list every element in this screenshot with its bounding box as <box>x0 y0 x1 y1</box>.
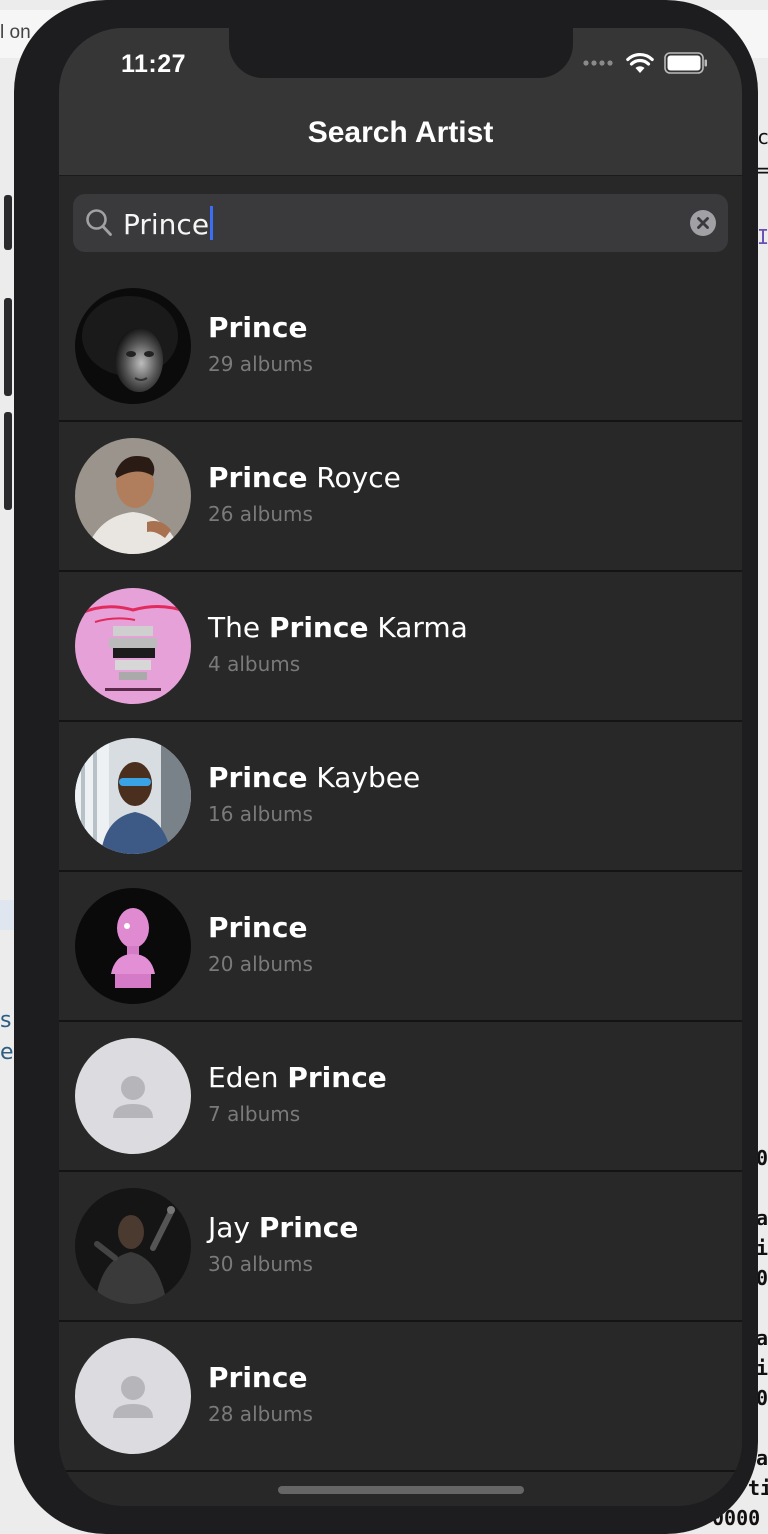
home-indicator[interactable] <box>278 1486 524 1494</box>
list-item[interactable]: Prince Royce 26 albums <box>59 422 742 572</box>
avatar-placeholder <box>75 1038 191 1154</box>
background-text: e <box>0 1040 14 1065</box>
list-item[interactable]: Eden Prince 7 albums <box>59 1022 742 1172</box>
side-button <box>4 412 12 510</box>
page-title: Search Artist <box>307 116 494 149</box>
phone-screen: Search Artist 11:27 Prince Prince 29 alb… <box>59 28 742 1506</box>
artist-photo <box>75 438 191 554</box>
album-count: 26 albums <box>208 502 313 526</box>
person-placeholder-icon <box>75 1038 191 1154</box>
background-text: s <box>0 1008 12 1033</box>
avatar-placeholder <box>75 1338 191 1454</box>
avatar <box>75 588 191 704</box>
person-placeholder-icon <box>75 1338 191 1454</box>
background-text: l on <box>0 22 31 43</box>
artist-photo <box>75 738 191 854</box>
text-cursor <box>210 206 214 240</box>
status-icons <box>582 52 708 74</box>
album-count: 30 albums <box>208 1252 313 1276</box>
list-item[interactable]: Prince Kaybee 16 albums <box>59 722 742 872</box>
artist-name: Eden Prince <box>208 1061 387 1094</box>
side-button <box>4 298 12 396</box>
avatar <box>75 288 191 404</box>
list-item[interactable]: Jay Prince 30 albums <box>59 1172 742 1322</box>
background-panel <box>0 900 14 930</box>
artist-list: Prince 29 albums Prince Royce 26 albums <box>59 272 742 1472</box>
avatar <box>75 738 191 854</box>
artist-photo <box>75 288 191 404</box>
album-count: 29 albums <box>208 352 313 376</box>
side-button <box>4 195 12 250</box>
list-item[interactable]: Prince 20 albums <box>59 872 742 1022</box>
phone-frame: Search Artist 11:27 Prince Prince 29 alb… <box>4 0 758 1534</box>
battery-icon <box>664 52 707 74</box>
search-bar-container: Prince <box>59 176 742 272</box>
album-count: 28 albums <box>208 1402 313 1426</box>
artist-name: Prince <box>208 911 308 944</box>
artist-photo <box>75 1188 191 1304</box>
search-field[interactable]: Prince <box>123 206 214 241</box>
album-count: 20 albums <box>208 952 313 976</box>
artist-name: Prince <box>208 311 308 344</box>
search-input[interactable]: Prince <box>73 194 728 252</box>
background-text: a <box>756 1446 768 1470</box>
avatar <box>75 438 191 554</box>
search-value: Prince <box>123 208 210 241</box>
list-item[interactable]: Prince 29 albums <box>59 272 742 422</box>
album-count: 7 albums <box>208 1102 301 1126</box>
avatar <box>75 888 191 1004</box>
search-icon <box>86 209 112 236</box>
notch <box>229 28 573 78</box>
avatar <box>75 1188 191 1304</box>
background-text: = <box>757 158 768 182</box>
background-text: ti <box>748 1476 768 1500</box>
wifi-icon <box>626 52 654 73</box>
album-art <box>75 888 191 1004</box>
list-item[interactable]: The Prince Karma 4 albums <box>59 572 742 722</box>
artist-name: The Prince Karma <box>208 611 468 644</box>
background-text: c <box>757 125 768 149</box>
cellular-signal-icon <box>583 60 613 66</box>
artist-name: Jay Prince <box>208 1211 359 1244</box>
artist-name: Prince <box>208 1361 308 1394</box>
clear-icon[interactable] <box>690 210 716 236</box>
album-art <box>75 588 191 704</box>
background-text: I <box>757 225 768 249</box>
status-time: 11:27 <box>121 50 187 78</box>
artist-name: Prince Royce <box>208 461 401 494</box>
artist-name: Prince Kaybee <box>208 761 421 794</box>
album-count: 16 albums <box>208 802 313 826</box>
list-item[interactable]: Prince 28 albums <box>59 1322 742 1472</box>
album-count: 4 albums <box>208 652 301 676</box>
